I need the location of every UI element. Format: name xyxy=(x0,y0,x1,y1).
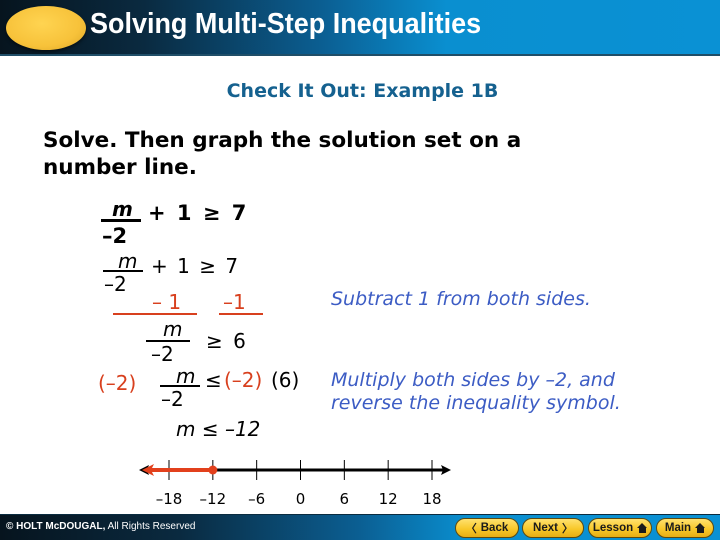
step1-denominator: –2 xyxy=(104,272,127,296)
tick-label: 6 xyxy=(339,490,350,508)
step2-numerator: m xyxy=(163,317,183,341)
problem-denominator: –2 xyxy=(102,224,128,248)
next-button[interactable]: Next 〉 xyxy=(522,518,584,538)
number-line-graph xyxy=(139,460,451,480)
red-underline-right xyxy=(219,313,263,315)
step1-numerator: m xyxy=(118,249,138,273)
back-button[interactable]: 〈 Back xyxy=(455,518,519,538)
tick-label: 18 xyxy=(422,490,442,508)
step3-note-line2: reverse the inequality symbol. xyxy=(331,392,621,414)
step3-note-line1: Multiply both sides by –2, and xyxy=(331,369,615,391)
problem-rest: + 1 ≥ 7 xyxy=(148,201,247,225)
lesson-button[interactable]: Lesson xyxy=(588,518,652,538)
copyright-rest: All Rights Reserved xyxy=(105,521,196,532)
step3-denominator: –2 xyxy=(161,387,184,411)
yellow-oval-icon xyxy=(6,6,86,50)
step3-inequality: ≤ xyxy=(205,368,222,392)
main-button[interactable]: Main xyxy=(656,518,714,538)
solution-endpoint xyxy=(208,465,218,475)
step2-denominator: –2 xyxy=(151,342,174,366)
step3-right-multiplier: (–2) xyxy=(224,368,263,392)
solution: m ≤ –12 xyxy=(176,417,261,441)
home-icon xyxy=(695,523,706,533)
page-title: Solving Multi-Step Inequalities xyxy=(90,8,482,40)
tick-label: –6 xyxy=(248,490,266,508)
back-label: Back xyxy=(480,522,509,534)
copyright-bold: © HOLT McDOUGAL, xyxy=(6,521,106,532)
chevron-right-icon: 〉 xyxy=(561,523,573,535)
next-label: Next xyxy=(533,522,558,534)
step3-right-value: (6) xyxy=(271,368,300,392)
tick-label: –12 xyxy=(199,490,227,508)
step1-note: Subtract 1 from both sides. xyxy=(331,288,591,310)
tick-label: 12 xyxy=(378,490,398,508)
step3-numerator: m xyxy=(176,364,196,388)
step2-rest: ≥ 6 xyxy=(206,329,246,353)
copyright-text: © HOLT McDOUGAL, All Rights Reserved xyxy=(6,521,195,532)
tick-label: –18 xyxy=(155,490,183,508)
number-line xyxy=(0,450,720,510)
problem-prompt: Solve. Then graph the solution set on a … xyxy=(43,128,522,180)
step1-subtract-left: – 1 xyxy=(152,290,182,314)
lesson-label: Lesson xyxy=(592,522,634,534)
example-subtitle: Check It Out: Example 1B xyxy=(226,80,499,102)
chevron-left-icon: 〈 xyxy=(465,523,477,535)
step1-subtract-right: –1 xyxy=(223,290,246,314)
problem-numerator: m xyxy=(112,197,133,221)
step1-rest: + 1 ≥ 7 xyxy=(151,254,239,278)
home-icon xyxy=(637,523,648,533)
main-label: Main xyxy=(664,522,692,534)
fraction-bar xyxy=(101,219,141,222)
header-bar: Solving Multi-Step Inequalities xyxy=(0,0,720,56)
red-underline-left xyxy=(113,313,197,315)
tick-label: 0 xyxy=(295,490,306,508)
step3-left-multiplier: (–2) xyxy=(98,371,137,395)
footer-bar: © HOLT McDOUGAL, All Rights Reserved 〈 B… xyxy=(0,514,720,540)
